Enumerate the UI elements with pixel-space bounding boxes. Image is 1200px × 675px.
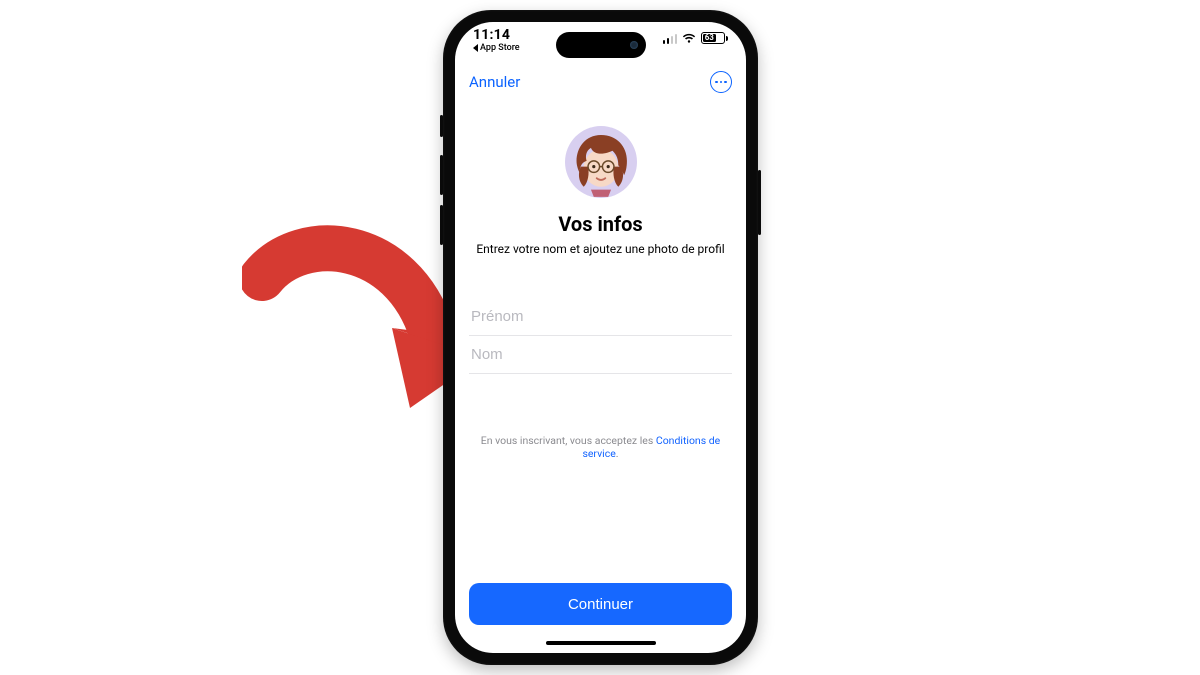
page-subtitle: Entrez votre nom et ajoutez une photo de… — [476, 242, 724, 256]
last-name-field[interactable] — [469, 336, 732, 374]
page-title: Vos infos — [558, 212, 642, 236]
avatar[interactable] — [565, 126, 637, 198]
status-back-label: App Store — [480, 43, 520, 53]
cancel-button[interactable]: Annuler — [469, 73, 520, 91]
status-time: 11:14 — [473, 28, 510, 42]
content-area: Vos infos Entrez votre nom et ajoutez un… — [455, 108, 746, 653]
power-button — [758, 170, 761, 235]
more-options-button[interactable] — [710, 71, 732, 93]
continue-button[interactable]: Continuer — [469, 583, 732, 625]
status-back-to-app[interactable]: App Store — [473, 43, 520, 53]
mute-switch — [440, 115, 443, 137]
volume-up-button — [440, 155, 443, 195]
home-indicator[interactable] — [546, 641, 656, 645]
terms-prefix: En vous inscrivant, vous acceptez les — [481, 434, 656, 447]
phone-frame: 11:14 App Store 63 — [443, 10, 758, 665]
phone-screen: 11:14 App Store 63 — [455, 22, 746, 653]
wifi-icon — [682, 33, 696, 44]
name-form — [469, 298, 732, 374]
stage: 11:14 App Store 63 — [0, 0, 1200, 675]
terms-text: En vous inscrivant, vous acceptez les Co… — [469, 434, 732, 460]
nav-bar: Annuler — [455, 66, 746, 98]
battery-icon: 63 — [701, 32, 728, 44]
memoji-icon — [565, 126, 637, 198]
back-chevron-icon — [473, 44, 478, 52]
battery-percent: 63 — [705, 34, 714, 42]
status-bar: 11:14 App Store 63 — [455, 22, 746, 66]
volume-down-button — [440, 205, 443, 245]
cellular-signal-icon — [663, 33, 678, 44]
first-name-field[interactable] — [469, 298, 732, 336]
terms-suffix: . — [616, 447, 619, 460]
